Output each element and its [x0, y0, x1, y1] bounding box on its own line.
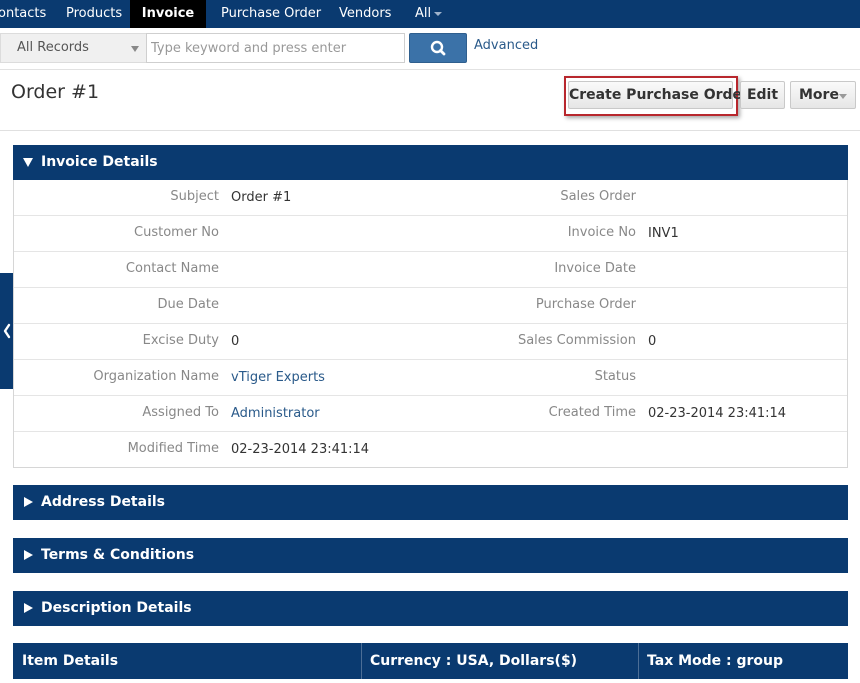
field-value: INV1 — [648, 226, 679, 241]
terms-conditions-header[interactable]: Terms & Conditions — [13, 538, 848, 573]
collapsed-caret-icon — [24, 497, 33, 507]
expanded-caret-icon — [23, 158, 33, 167]
address-details-header[interactable]: Address Details — [13, 485, 848, 520]
records-filter-select[interactable]: All Records — [0, 33, 146, 63]
chevron-down-icon — [839, 94, 847, 99]
nav-tab-products[interactable]: Products — [66, 0, 122, 28]
nav-tab-vendors[interactable]: Vendors — [339, 0, 391, 28]
field-label: Invoice Date — [554, 261, 636, 276]
page-title: Order #1 — [11, 81, 100, 103]
record-header: Order #1 Create Purchase Order Edit More — [0, 70, 860, 131]
assigned-user-link[interactable]: Administrator — [231, 406, 320, 421]
detail-row: Excise Duty 0 Sales Commission 0 — [14, 324, 847, 360]
field-label: Excise Duty — [142, 333, 219, 348]
field-value: 0 — [648, 334, 657, 349]
tax-mode-label: Tax Mode : group — [647, 653, 784, 669]
field-label: Sales Commission — [517, 333, 636, 348]
search-bar: All Records Advanced — [0, 28, 860, 70]
field-label: Purchase Order — [535, 297, 636, 312]
field-label: Sales Order — [560, 189, 636, 204]
invoice-details-title: Invoice Details — [41, 154, 158, 170]
detail-row: Customer No Invoice No INV1 — [14, 216, 847, 252]
nav-tab-contacts[interactable]: ontacts — [0, 0, 46, 28]
nav-tab-invoice[interactable]: Invoice — [130, 0, 206, 28]
nav-tab-all[interactable]: All — [415, 0, 443, 28]
detail-row: Subject Order #1 Sales Order — [14, 180, 847, 216]
field-value: 02-23-2014 23:41:14 — [648, 406, 787, 421]
column-divider — [361, 643, 362, 679]
more-button-label: More — [799, 87, 839, 103]
detail-row: Assigned To Administrator Created Time 0… — [14, 396, 847, 432]
sidebar-toggle[interactable] — [0, 273, 14, 389]
invoice-details-header[interactable]: Invoice Details — [13, 145, 848, 180]
nav-tab-all-label: All — [415, 6, 432, 21]
field-label: Customer No — [134, 225, 219, 240]
chevron-left-icon — [3, 323, 11, 339]
item-details-header: Item Details Currency : USA, Dollars($) … — [13, 643, 848, 679]
description-details-header[interactable]: Description Details — [13, 591, 848, 626]
search-button[interactable] — [409, 33, 467, 63]
collapsed-caret-icon — [24, 603, 33, 613]
more-button[interactable]: More — [790, 81, 856, 109]
nav-tab-purchase-order[interactable]: Purchase Order — [221, 0, 321, 28]
detail-row: Due Date Purchase Order — [14, 288, 847, 324]
field-value: 0 — [231, 334, 240, 349]
search-icon — [430, 40, 446, 56]
detail-row: Organization Name vTiger Experts Status — [14, 360, 847, 396]
detail-row: Contact Name Invoice Date — [14, 252, 847, 288]
top-navigation: ontacts Products Invoice Purchase Order … — [0, 0, 860, 28]
address-details-title: Address Details — [41, 494, 166, 510]
field-value: 02-23-2014 23:41:14 — [231, 442, 370, 457]
field-label: Status — [594, 369, 636, 384]
chevron-down-icon — [434, 11, 443, 16]
currency-label: Currency : USA, Dollars($) — [370, 653, 578, 669]
field-label: Organization Name — [93, 369, 219, 384]
detail-row: Modified Time 02-23-2014 23:41:14 — [14, 432, 847, 468]
search-input[interactable] — [146, 33, 405, 63]
field-label: Created Time — [548, 405, 636, 420]
column-divider — [638, 643, 639, 679]
organization-link[interactable]: vTiger Experts — [231, 370, 325, 385]
create-purchase-order-button[interactable]: Create Purchase Order — [568, 81, 749, 109]
edit-button[interactable]: Edit — [740, 81, 785, 109]
invoice-details-body: Subject Order #1 Sales Order Customer No… — [13, 180, 848, 468]
field-value: Order #1 — [231, 190, 292, 205]
field-label: Subject — [170, 189, 219, 204]
field-label: Modified Time — [127, 441, 219, 456]
terms-conditions-title: Terms & Conditions — [41, 547, 195, 563]
field-label: Assigned To — [142, 405, 219, 420]
description-details-title: Description Details — [41, 600, 192, 616]
dropdown-arrow-icon — [131, 46, 139, 52]
item-details-title: Item Details — [22, 653, 119, 669]
field-label: Invoice No — [567, 225, 636, 240]
field-label: Due Date — [157, 297, 219, 312]
advanced-search-link[interactable]: Advanced — [474, 38, 538, 53]
field-label: Contact Name — [125, 261, 219, 276]
collapsed-caret-icon — [24, 550, 33, 560]
records-filter-label: All Records — [17, 40, 89, 55]
